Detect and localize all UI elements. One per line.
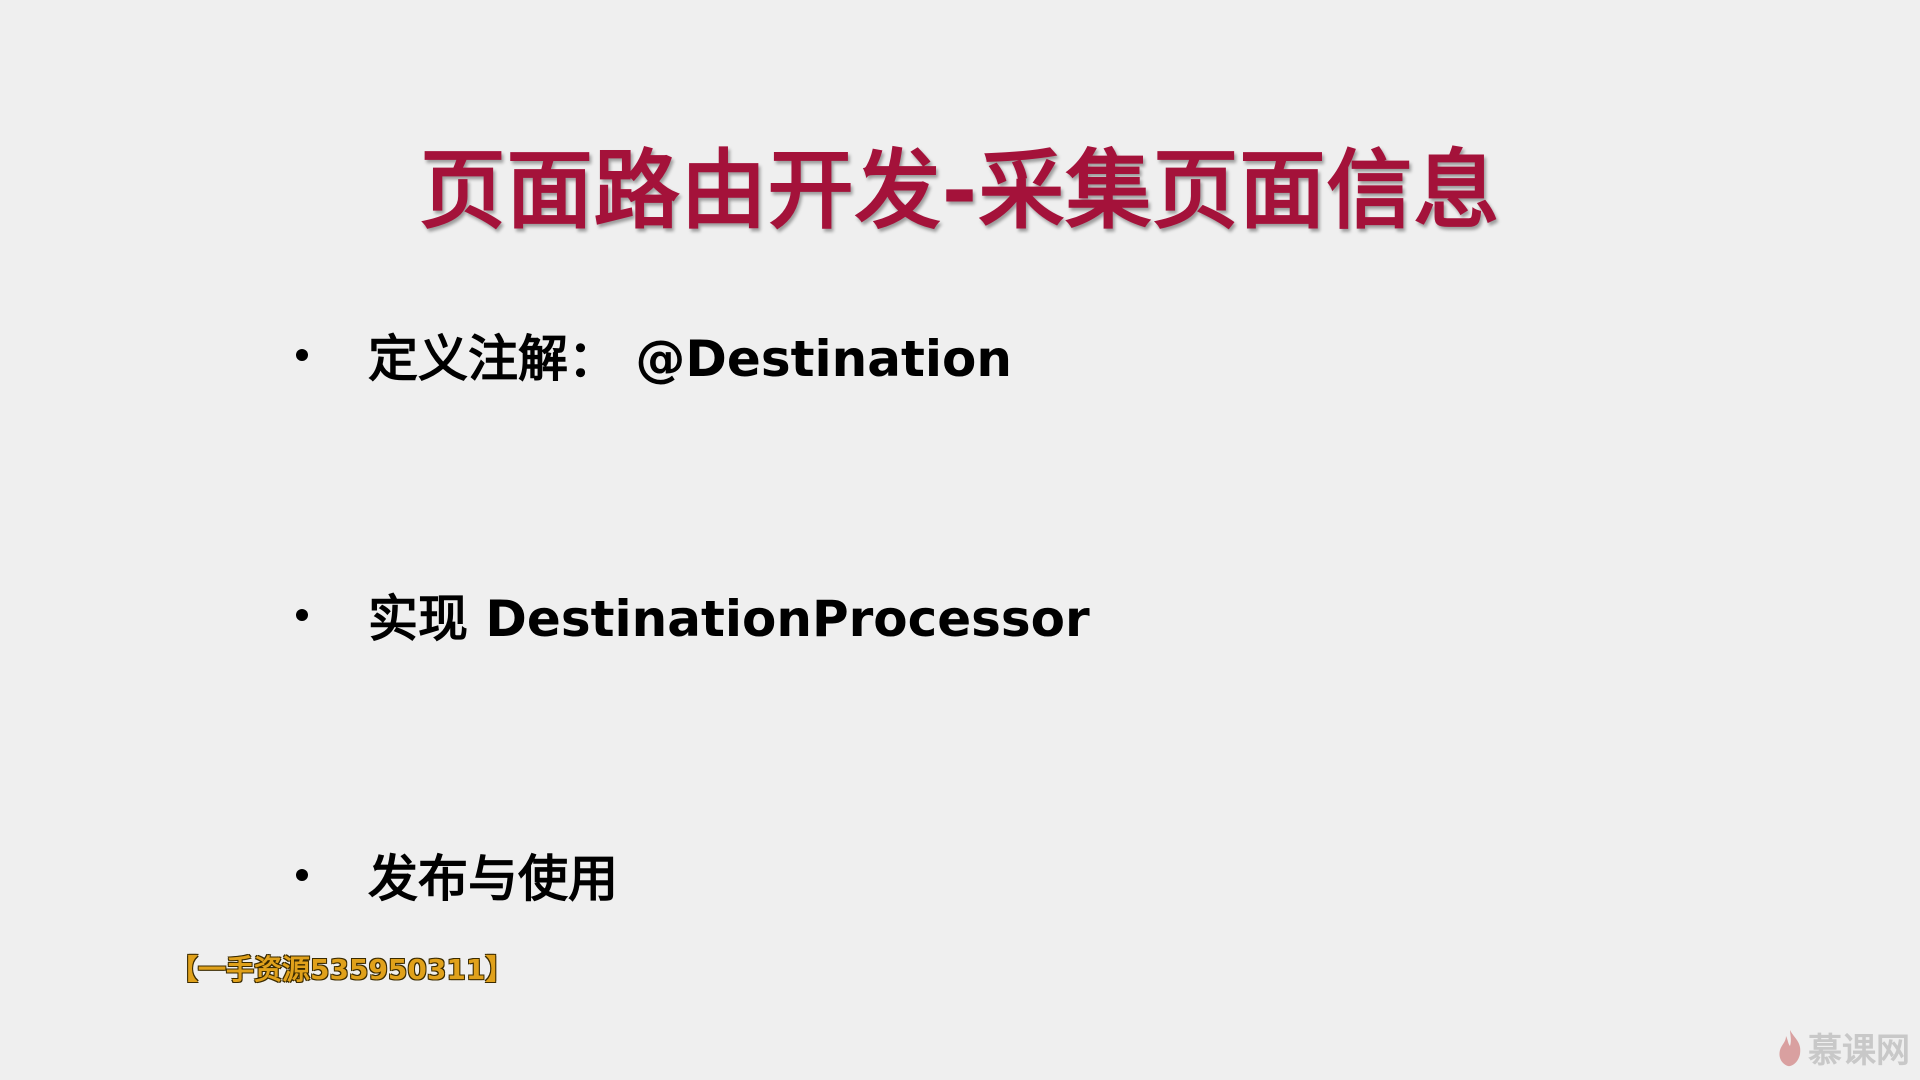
bullet-dot	[296, 869, 308, 881]
slide: 页面路由开发-采集页面信息 定义注解： @Destination 实现 Dest…	[0, 0, 1920, 1080]
bullet-item: 定义注解： @Destination	[296, 320, 1012, 390]
bullet-dot	[296, 609, 308, 621]
bullet-item: 发布与使用	[296, 840, 618, 910]
bullet-text: 实现 DestinationProcessor	[368, 590, 1090, 648]
slide-title: 页面路由开发-采集页面信息	[419, 141, 1501, 241]
bullet-text: 发布与使用	[368, 850, 618, 908]
watermark-text: 【一手资源535950311】	[170, 953, 514, 986]
bullet-text: 定义注解： @Destination	[368, 330, 1012, 388]
logo-text: 慕课网	[1808, 1031, 1910, 1071]
brand-logo: 慕课网	[1776, 1023, 1910, 1072]
bullet-dot	[296, 349, 308, 361]
bullet-item: 实现 DestinationProcessor	[296, 580, 1090, 650]
flame-icon	[1779, 1029, 1801, 1066]
